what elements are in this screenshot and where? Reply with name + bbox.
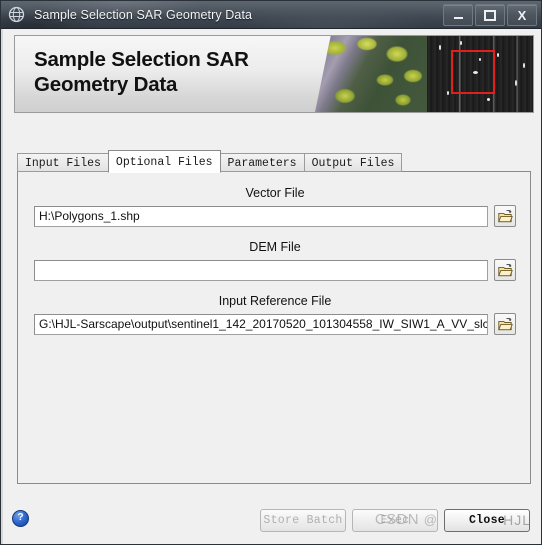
dem-file-input[interactable] <box>34 259 488 281</box>
vector-file-label: Vector File <box>245 186 305 200</box>
close-button[interactable]: X <box>507 4 537 26</box>
input-reference-file-browse-button[interactable] <box>494 313 516 335</box>
dialog-footer: ? Store Batch Exec Close CSDN @ HJL <box>3 486 541 544</box>
minimize-icon <box>453 16 463 19</box>
dem-file-label: DEM File <box>249 240 301 254</box>
input-reference-file-input[interactable]: G:\HJL-Sarscape\output\sentinel1_142_201… <box>34 313 488 335</box>
dialog-window: Sample Selection SAR Geometry Data X Sam… <box>0 0 542 545</box>
open-folder-icon <box>497 209 513 222</box>
sar-amplitude-thumbnail <box>427 36 533 112</box>
dialog-client-area: Sample Selection SAR Geometry Data Input… <box>1 29 541 544</box>
field-input-reference-file: Input Reference File G:\HJL-Sarscape\out… <box>34 294 516 335</box>
maximize-icon <box>484 9 496 21</box>
aerial-photo-thumbnail <box>315 36 427 112</box>
tab-optional-files[interactable]: Optional Files <box>107 150 221 173</box>
dem-file-browse-button[interactable] <box>494 259 516 281</box>
tab-panel-optional-files: Vector File H:\Polygons_1.shp DEM File I… <box>17 171 531 484</box>
window-controls: X <box>443 4 537 26</box>
sar-selection-box <box>451 50 495 94</box>
tab-input-files[interactable]: Input Files <box>17 153 109 172</box>
close-icon: X <box>517 7 527 23</box>
footer-button-row: Store Batch Exec Close <box>260 509 530 532</box>
vector-file-browse-button[interactable] <box>494 205 516 227</box>
banner-title: Sample Selection SAR Geometry Data <box>34 47 324 97</box>
banner: Sample Selection SAR Geometry Data <box>14 35 534 113</box>
tab-strip: Input Files Optional Files Parameters Ou… <box>17 150 403 173</box>
close-dialog-button[interactable]: Close <box>444 509 530 532</box>
store-batch-button[interactable]: Store Batch <box>260 509 346 532</box>
open-folder-icon <box>497 317 513 330</box>
minimize-button[interactable] <box>443 4 473 26</box>
banner-title-line2: Geometry Data <box>34 73 178 96</box>
open-folder-icon <box>497 263 513 276</box>
banner-title-line1: Sample Selection SAR <box>34 48 249 71</box>
exec-button[interactable]: Exec <box>352 509 438 532</box>
field-dem-file: DEM File <box>34 240 516 281</box>
tab-parameters[interactable]: Parameters <box>219 153 305 172</box>
field-vector-file: Vector File H:\Polygons_1.shp <box>34 186 516 227</box>
banner-images <box>315 36 533 112</box>
title-bar: Sample Selection SAR Geometry Data X <box>1 1 541 29</box>
vector-file-input[interactable]: H:\Polygons_1.shp <box>34 205 488 227</box>
maximize-button[interactable] <box>475 4 505 26</box>
window-title: Sample Selection SAR Geometry Data <box>34 7 253 22</box>
tab-output-files[interactable]: Output Files <box>303 153 403 172</box>
help-button[interactable]: ? <box>12 510 29 527</box>
app-globe-icon <box>8 6 25 23</box>
input-reference-file-label: Input Reference File <box>218 294 332 308</box>
